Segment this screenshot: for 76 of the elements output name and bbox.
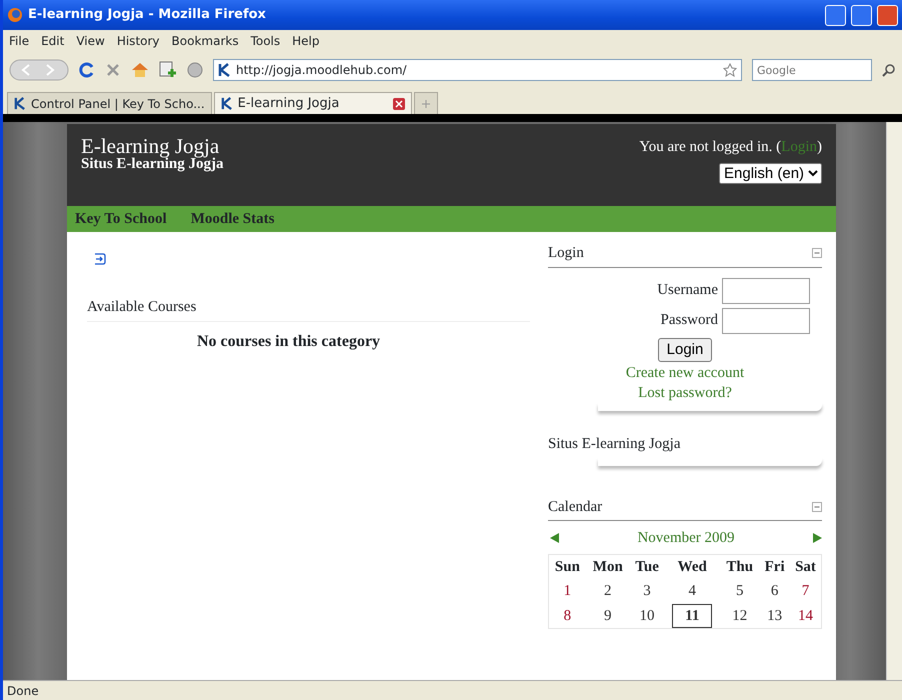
collapse-icon[interactable]	[812, 502, 822, 512]
input-field[interactable]	[722, 278, 810, 304]
weekday-header: Wed	[664, 554, 720, 579]
back-forward-icon[interactable]	[9, 59, 69, 81]
maximize-button[interactable]	[851, 4, 872, 26]
calendar-day[interactable]: 10	[636, 604, 658, 627]
site-title: E-learning Jogja	[81, 136, 220, 157]
search-icon[interactable]	[882, 63, 896, 77]
menu-item[interactable]: File	[9, 32, 30, 50]
field-label: Password	[660, 311, 718, 330]
minimize-button[interactable]	[825, 4, 846, 26]
close-tab-icon[interactable]	[393, 98, 406, 110]
site-icon	[14, 97, 27, 110]
address-bar[interactable]: http://jogja.moodlehub.com/	[213, 59, 742, 81]
calendar-day[interactable]: 2	[601, 580, 615, 602]
weekday-header: Thu	[720, 554, 760, 579]
login-button[interactable]: Login	[658, 338, 712, 362]
calendar-day[interactable]: 1	[560, 580, 574, 602]
block-title: Calendar	[548, 498, 602, 516]
site-icon	[220, 97, 234, 110]
star-icon[interactable]	[723, 63, 737, 77]
close-button[interactable]	[877, 4, 898, 26]
weekday-header: Tue	[630, 554, 664, 579]
weekday-header: Sat	[790, 554, 822, 579]
weekday-header: Fri	[759, 554, 790, 579]
menu-item[interactable]: View	[76, 32, 105, 50]
calendar-day[interactable]: 11	[673, 604, 712, 627]
login-status: You are not logged in. (Login)	[639, 138, 822, 157]
empty-message: No courses in this category	[196, 332, 382, 352]
home-icon[interactable]	[131, 62, 149, 78]
block-title: Situs E-learning Jogja	[548, 435, 682, 454]
weekday-header: Mon	[586, 554, 630, 579]
site-icon	[218, 63, 232, 77]
search-field[interactable]: Google	[752, 59, 872, 81]
calendar-day[interactable]: 7	[798, 580, 812, 602]
menu-item[interactable]: Tools	[250, 32, 280, 50]
reload-icon[interactable]	[79, 62, 95, 78]
language-select[interactable]: English (en)	[719, 162, 822, 184]
collapse-icon[interactable]	[812, 248, 822, 258]
next-month-icon[interactable]	[812, 533, 822, 544]
calendar-day[interactable]: 5	[732, 580, 746, 602]
input-field[interactable]	[722, 308, 810, 334]
account-link[interactable]: Create new account	[626, 364, 744, 384]
calendar-day[interactable]: 8	[560, 604, 574, 627]
site-subtitle: Situs E-learning Jogja	[81, 157, 224, 172]
browser-tab[interactable]: Control Panel | Key To Scho...	[7, 92, 212, 114]
month-link[interactable]: November 2009	[637, 527, 735, 550]
nav-link[interactable]: Moodle Stats	[190, 208, 274, 230]
stop-icon[interactable]	[105, 62, 121, 78]
browser-tab[interactable]: E-learning Jogja	[214, 92, 412, 114]
weekday-header: Sun	[548, 554, 586, 579]
status-text: Done	[7, 684, 39, 698]
account-link[interactable]: Lost password?	[638, 384, 732, 403]
menu-item[interactable]: Help	[292, 32, 320, 50]
menu-item[interactable]: Bookmarks	[172, 32, 239, 50]
menu-item[interactable]: History	[116, 32, 160, 50]
calendar-day[interactable]: 14	[794, 604, 816, 627]
enter-icon[interactable]	[93, 252, 107, 266]
nav-link[interactable]: Key To School	[75, 208, 167, 230]
firefox-icon	[7, 7, 23, 23]
calendar-day[interactable]: 12	[729, 604, 750, 627]
plus-icon	[421, 98, 432, 108]
scrollbar[interactable]	[886, 122, 902, 680]
calendar-day[interactable]: 9	[601, 604, 615, 627]
calendar-day[interactable]: 3	[640, 580, 654, 602]
block-title: Login	[548, 244, 584, 263]
calendar-day[interactable]: 6	[768, 580, 782, 602]
menu-item[interactable]: Edit	[41, 32, 64, 50]
calendar-day[interactable]: 13	[764, 604, 786, 627]
page-add-icon[interactable]	[159, 61, 177, 79]
calendar-day[interactable]: 4	[686, 580, 700, 602]
new-tab-button[interactable]	[414, 92, 438, 114]
previous-month-icon[interactable]	[550, 533, 560, 544]
window-title: E-learning Jogja - Mozilla Firefox	[28, 6, 267, 24]
section-heading: Available Courses	[87, 296, 530, 322]
field-label: Username	[657, 281, 718, 300]
